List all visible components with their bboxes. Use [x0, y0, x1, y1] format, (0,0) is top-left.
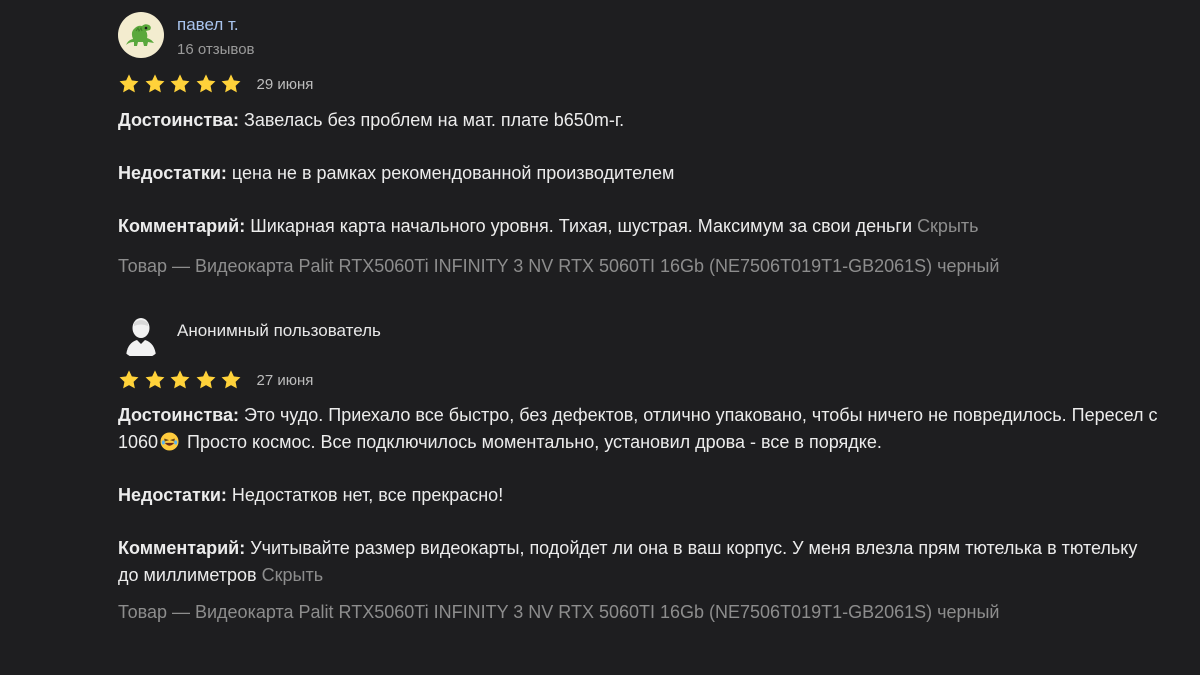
star-rating [118, 369, 246, 391]
hide-button[interactable]: Скрыть [262, 565, 323, 585]
review-card: Анонимный пользователь 27 июня Достоинст… [118, 313, 1158, 626]
review-comment: Комментарий: Учитывайте размер видеокарт… [118, 535, 1158, 589]
review-comment: Комментарий: Шикарная карта начального у… [118, 213, 1158, 240]
star-icon [119, 74, 139, 93]
rating-row: 27 июня [118, 368, 1158, 392]
cons-text: цена не в рамках рекомендованной произво… [226, 163, 675, 183]
product-reference[interactable]: Товар — Видеокарта Palit RTX5060Ti INFIN… [118, 599, 1158, 626]
product-reference[interactable]: Товар — Видеокарта Palit RTX5060Ti INFIN… [118, 253, 1158, 280]
star-icon [170, 370, 190, 389]
star-icon [145, 74, 164, 93]
review-author: павел т. 16 отзывов [118, 12, 1158, 64]
cons-label: Недостатки: [118, 163, 227, 183]
hide-button[interactable]: Скрыть [917, 216, 978, 236]
review-date: 27 июня [256, 371, 314, 389]
author-review-count[interactable]: 16 отзывов [177, 41, 255, 58]
review-author: Анонимный пользователь [118, 313, 1158, 365]
pros-label: Достоинства: [118, 110, 239, 130]
star-icon [170, 74, 190, 93]
comment-text: Шикарная карта начального уровня. Тихая,… [245, 216, 913, 236]
comment-label: Комментарий: [118, 538, 246, 558]
star-icon [221, 74, 241, 93]
review-cons: Недостатки: Недостатков нет, все прекрас… [118, 482, 1158, 509]
star-icon [119, 370, 139, 389]
star-icon [145, 370, 164, 389]
author-name: Анонимный пользователь [177, 321, 381, 340]
review-date: 29 июня [256, 75, 314, 93]
laughing-face-emoji-icon [160, 432, 179, 451]
comment-label: Комментарий: [118, 216, 246, 236]
star-rating [118, 73, 246, 95]
review-pros: Достоинства: Это чудо. Приехало все быст… [118, 402, 1158, 456]
author-name[interactable]: павел т. [177, 15, 255, 35]
review-cons: Недостатки: цена не в рамках рекомендова… [118, 160, 1158, 187]
pros-text: Завелась без проблем на мат. плате b650m… [238, 110, 625, 130]
anonymous-user-icon [118, 313, 164, 359]
reviews-page: павел т. 16 отзывов 29 июня Достоинства:… [0, 0, 1200, 675]
review-pros: Достоинства: Завелась без проблем на мат… [118, 107, 1158, 134]
star-icon [196, 370, 215, 389]
pros-label: Достоинства: [118, 405, 239, 425]
rating-row: 29 июня [118, 72, 1158, 96]
star-icon [196, 74, 215, 93]
star-icon [221, 370, 241, 389]
cons-text: Недостатков нет, все прекрасно! [226, 485, 504, 505]
pros-text-continued: Просто космос. Все подключилось моментал… [182, 432, 882, 452]
dinosaur-avatar-icon[interactable] [118, 12, 164, 58]
review-card: павел т. 16 отзывов 29 июня Достоинства:… [118, 12, 1158, 280]
cons-label: Недостатки: [118, 485, 227, 505]
